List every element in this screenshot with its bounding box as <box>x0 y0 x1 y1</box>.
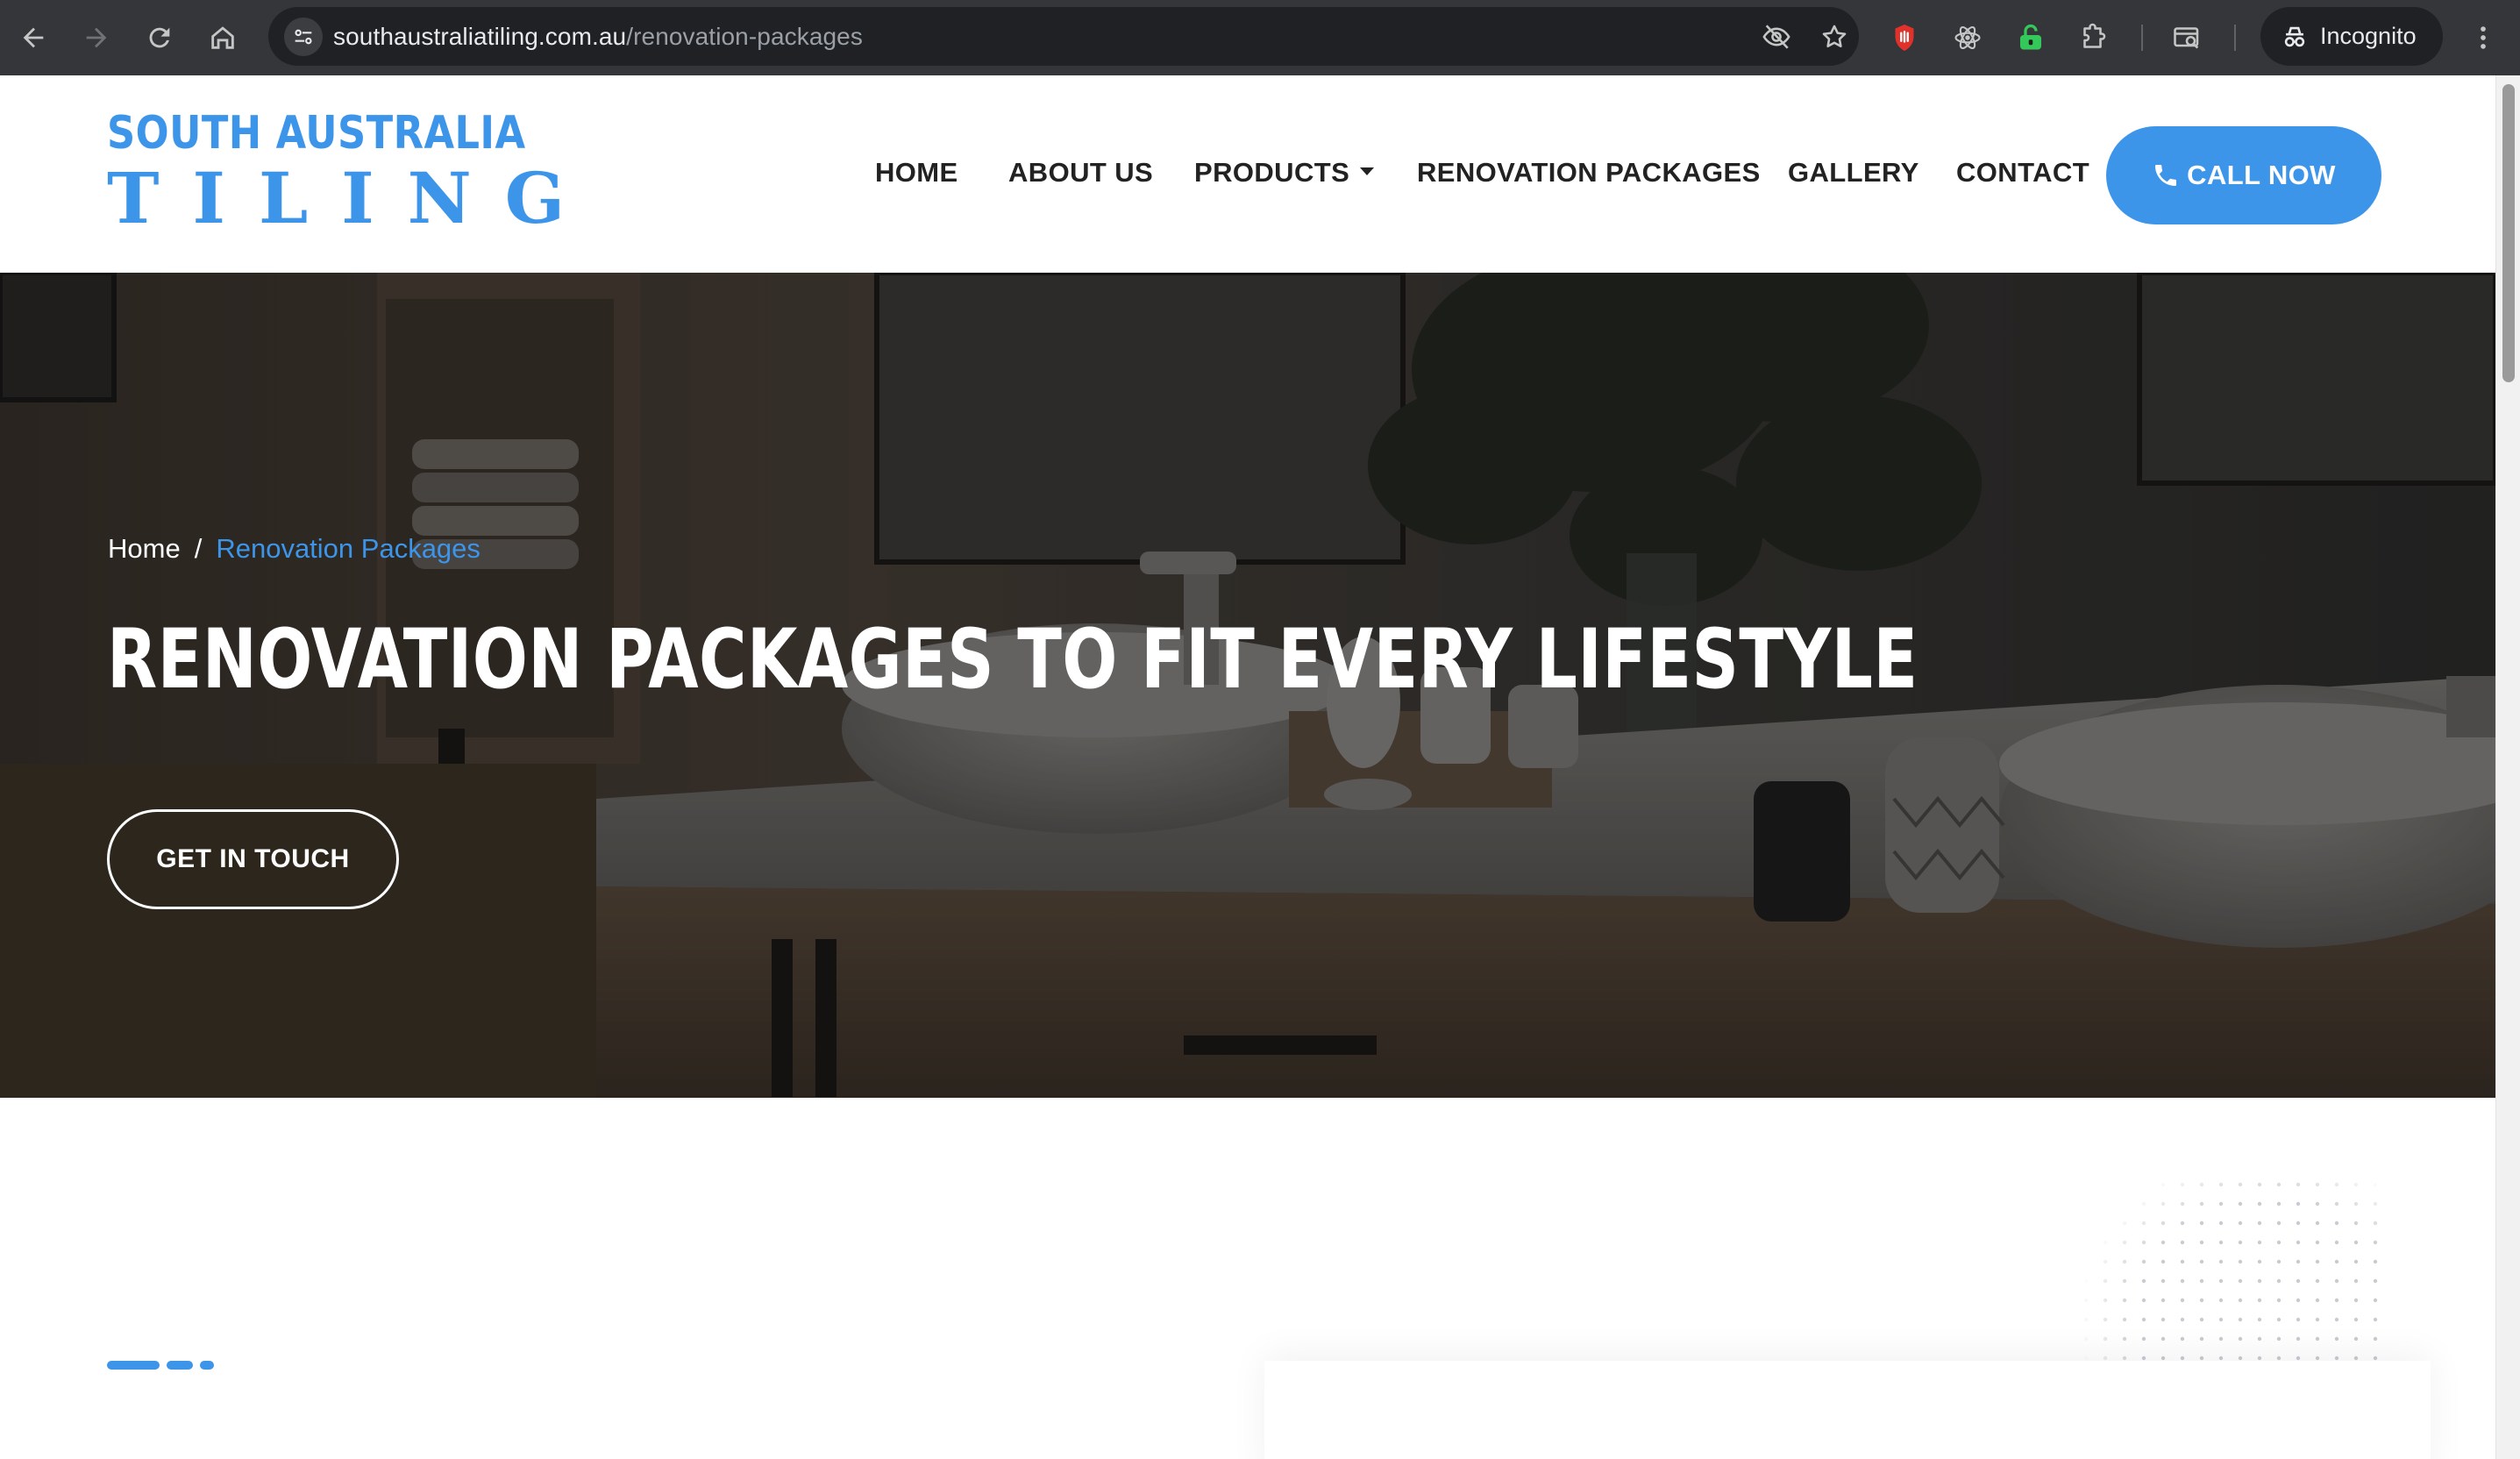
nav-home[interactable]: HOME <box>875 157 958 189</box>
nav-contact[interactable]: CONTACT <box>1956 157 2089 189</box>
extension-shield[interactable] <box>1883 17 1926 59</box>
home-button[interactable] <box>202 17 244 59</box>
hero-banner: Home / Renovation Packages RENOVATION PACK… <box>0 273 2495 1098</box>
breadcrumb: Home / Renovation Packages <box>108 533 481 565</box>
nav-renovation-packages[interactable]: RENOVATION PACKAGES <box>1417 157 1761 189</box>
get-in-touch-button[interactable]: GET IN TOUCH <box>107 809 399 909</box>
section-accent-bar <box>167 1361 193 1370</box>
eye-off-icon <box>1762 25 1790 49</box>
page-title: RENOVATION PACKAGES TO FIT EVERY LIFESTY… <box>107 612 1918 708</box>
forward-button[interactable] <box>75 17 117 59</box>
logo-bottom-text: TILING <box>107 157 599 239</box>
puzzle-extension-icon <box>2083 23 2106 48</box>
shield-extension-icon <box>1895 25 1914 51</box>
nav-about[interactable]: ABOUT US <box>1008 157 1153 189</box>
chevron-down-icon <box>1360 167 1375 176</box>
home-icon <box>211 26 234 49</box>
scrollbar-thumb[interactable] <box>2502 84 2515 382</box>
call-now-button[interactable]: CALL NOW <box>2106 126 2381 224</box>
star-icon <box>1822 25 1847 48</box>
phone-icon <box>2155 165 2177 186</box>
more-vert-icon <box>2481 26 2486 49</box>
site-header: SOUTH AUSTRALIA TILING HOME ABOUT US PRO… <box>0 75 2495 273</box>
breadcrumb-current: Renovation Packages <box>216 533 481 564</box>
nav-gallery[interactable]: GALLERY <box>1788 157 1919 189</box>
logo-top-text: SOUTH AUSTRALIA <box>107 107 526 160</box>
extensions-menu-button[interactable] <box>2073 17 2115 59</box>
back-icon <box>23 27 44 48</box>
lock-extension-icon <box>2020 24 2041 50</box>
tracking-protection-button[interactable] <box>1759 19 1794 54</box>
site-logo[interactable]: SOUTH AUSTRALIA TILING <box>107 107 565 238</box>
nav-products[interactable]: PRODUCTS <box>1194 157 1375 189</box>
section-accent-bar <box>200 1361 214 1370</box>
page-scrollbar[interactable] <box>2495 75 2520 1459</box>
nav-products-label: PRODUCTS <box>1194 157 1350 188</box>
browser-menu-button[interactable] <box>2462 17 2504 59</box>
back-button[interactable] <box>12 17 54 59</box>
reload-icon <box>149 27 170 48</box>
call-now-label: CALL NOW <box>2187 160 2336 190</box>
incognito-label: Incognito <box>2320 23 2417 49</box>
extension-lock[interactable] <box>2010 17 2052 59</box>
breadcrumb-separator: / <box>194 533 203 564</box>
tune-icon <box>295 29 312 45</box>
breadcrumb-home-link[interactable]: Home <box>108 533 181 564</box>
extension-react[interactable] <box>1947 17 1989 59</box>
web-page: SOUTH AUSTRALIA TILING HOME ABOUT US PRO… <box>0 75 2495 1459</box>
incognito-icon <box>2284 26 2305 47</box>
toolbar-separator <box>2141 25 2143 51</box>
bookmark-button[interactable] <box>1817 19 1852 54</box>
section-accent-bar <box>107 1361 160 1370</box>
url-text[interactable]: southaustraliatiling.com.au/renovation-p… <box>333 7 863 66</box>
toolbar-separator <box>2234 25 2236 51</box>
site-info-button[interactable] <box>284 18 323 56</box>
incognito-indicator[interactable]: Incognito <box>2260 7 2443 66</box>
tab-search-button[interactable] <box>2166 17 2208 59</box>
tab-search-icon <box>2174 27 2199 49</box>
content-card <box>1264 1361 2431 1459</box>
address-bar[interactable]: southaustraliatiling.com.au/renovation-p… <box>268 7 1859 66</box>
forward-icon <box>86 27 107 48</box>
react-extension-icon <box>1954 25 1981 50</box>
reload-button[interactable] <box>139 17 181 59</box>
browser-toolbar: southaustraliatiling.com.au/renovation-p… <box>0 0 2520 75</box>
